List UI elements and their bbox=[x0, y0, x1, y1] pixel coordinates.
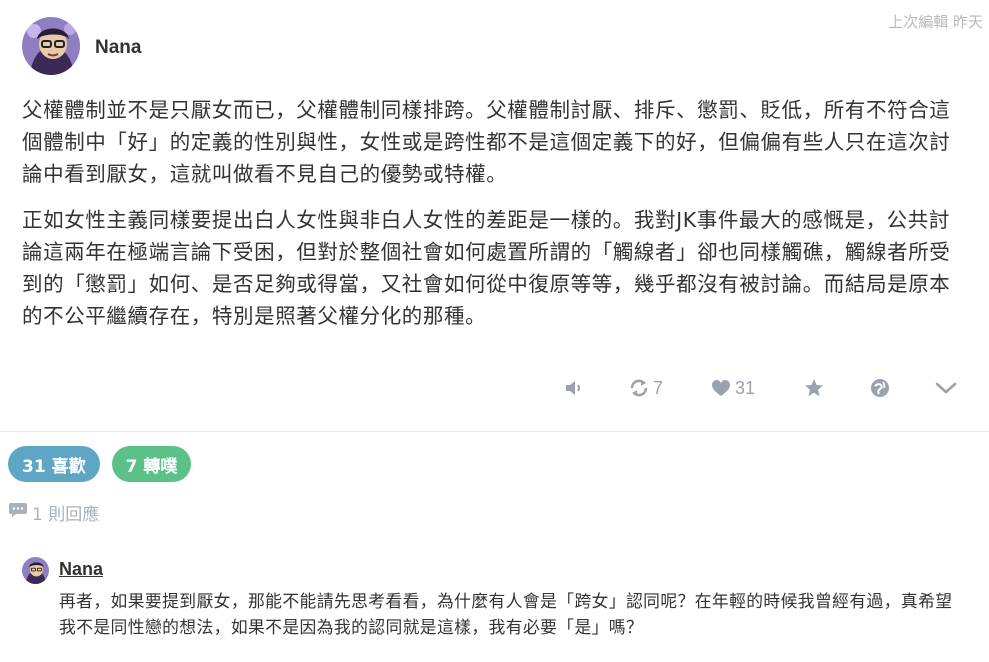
like-count: 31 bbox=[735, 377, 756, 398]
reply-count[interactable]: 1 則回應 bbox=[8, 500, 99, 525]
edited-timestamp: 上次編輯 昨天 bbox=[888, 13, 983, 31]
repost-icon bbox=[628, 377, 650, 399]
speaker-icon bbox=[563, 377, 585, 399]
post-actions: 7 31 bbox=[0, 372, 989, 404]
more-options-button[interactable] bbox=[934, 372, 958, 404]
avatar[interactable] bbox=[22, 17, 80, 75]
post-stats: 31 喜歡 7 轉噗 bbox=[8, 446, 192, 482]
repost-count: 7 bbox=[653, 377, 664, 398]
globe-icon bbox=[869, 377, 891, 399]
speech-bubble-icon bbox=[8, 501, 32, 524]
like-button[interactable]: 31 bbox=[710, 372, 755, 404]
reposts-pill[interactable]: 7 轉噗 bbox=[111, 446, 192, 482]
comment-text: 再者，如果要提到厭女，那能不能請先思考看看，為什麼有人會是「跨女」認同呢？在年輕… bbox=[59, 591, 953, 637]
reply-count-label: 1 則回應 bbox=[32, 505, 100, 525]
heart-icon bbox=[710, 377, 732, 399]
likes-pill[interactable]: 31 喜歡 bbox=[8, 446, 100, 482]
star-icon bbox=[803, 377, 825, 399]
post-author[interactable]: Nana bbox=[95, 37, 141, 59]
post-paragraph: 父權體制並不是只厭女而已，父權體制同樣排跨。父權體制討厭、排斥、懲罰、貶低，所有… bbox=[22, 98, 951, 186]
post-card: Nana 上次編輯 昨天 父權體制並不是只厭女而已，父權體制同樣排跨。父權體制討… bbox=[0, 0, 989, 432]
chevron-down-icon bbox=[934, 377, 958, 399]
comment-avatar[interactable] bbox=[22, 557, 49, 584]
repost-button[interactable]: 7 bbox=[628, 372, 663, 404]
post-paragraph: 正如女性主義同樣要提出白人女性與非白人女性的差距是一樣的。我對JK事件最大的感慨… bbox=[22, 208, 951, 328]
post-content: 父權體制並不是只厭女而已，父權體制同樣排跨。父權體制討厭、排斥、懲罰、貶低，所有… bbox=[22, 94, 967, 346]
comment-author[interactable]: Nana bbox=[59, 559, 103, 580]
share-button[interactable] bbox=[869, 372, 891, 404]
favorite-button[interactable] bbox=[803, 372, 825, 404]
mute-button[interactable] bbox=[563, 372, 585, 404]
